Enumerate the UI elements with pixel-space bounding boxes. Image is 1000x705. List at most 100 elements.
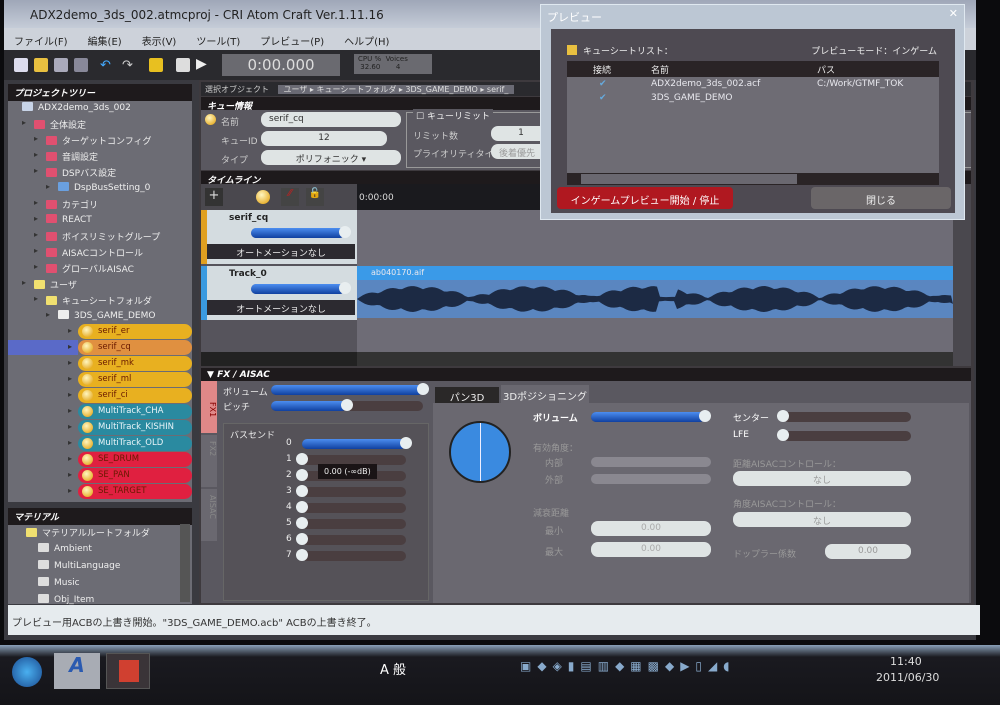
bus-send-slider[interactable] — [296, 517, 406, 529]
cue-id-field[interactable]: 12 — [261, 131, 387, 146]
stop-icon[interactable] — [176, 58, 190, 72]
tree-item[interactable]: ▸ DSPバス設定 — [8, 164, 192, 180]
taskbar-powerpoint[interactable] — [106, 653, 150, 689]
tree-item[interactable]: ▸ 音調設定 — [8, 148, 192, 164]
max-distance-field[interactable]: 0.00 — [591, 542, 711, 557]
expand-arrow-icon[interactable]: ▸ — [68, 358, 72, 367]
expand-arrow-icon[interactable]: ▸ — [34, 262, 38, 271]
cue-item[interactable]: serif_ci — [78, 388, 192, 403]
tree-item[interactable]: ▸ グローバルAISAC — [8, 260, 192, 276]
expand-arrow-icon[interactable]: ▸ — [46, 182, 50, 191]
slider-knob[interactable] — [296, 453, 308, 465]
name-field[interactable]: serif_cq — [261, 112, 401, 127]
breadcrumb-path[interactable]: ユーザ ▸ キューシートフォルダ ▸ 3DS_GAME_DEMO ▸ serif… — [277, 85, 515, 94]
tree-item[interactable]: ▸ ユーザ — [8, 276, 192, 292]
bus-send-slider[interactable] — [302, 437, 412, 449]
expand-arrow-icon[interactable]: ▸ — [68, 454, 72, 463]
table-row[interactable]: ✔ ADX2demo_3ds_002.acf C:/Work/GTMF_TOK — [567, 79, 939, 93]
slider-knob[interactable] — [699, 410, 711, 422]
bus-send-slider[interactable] — [296, 501, 406, 513]
tree-item[interactable]: ▸ DspBusSetting_0 — [8, 180, 192, 196]
material-item[interactable]: Music — [8, 575, 178, 591]
save-icon[interactable] — [54, 58, 68, 72]
expand-arrow-icon[interactable]: ▸ — [68, 406, 72, 415]
pan-dial[interactable] — [449, 421, 511, 483]
min-distance-field[interactable]: 0.00 — [591, 521, 711, 536]
expand-arrow-icon[interactable]: ▸ — [34, 134, 38, 143]
expand-arrow-icon[interactable]: ▸ — [68, 438, 72, 447]
cue-item[interactable]: MultiTrack_OLD — [78, 436, 192, 451]
tree-item[interactable]: ▸ 3DS_GAME_DEMO — [8, 308, 192, 324]
tab-fx2[interactable]: FX2 — [201, 435, 217, 487]
volume-slider[interactable] — [271, 383, 429, 395]
automation-dropdown[interactable]: オートメーションなし — [207, 300, 355, 315]
slider-knob[interactable] — [296, 517, 308, 529]
automation-dropdown[interactable]: オートメーションなし — [207, 244, 355, 259]
cue-icon-button[interactable] — [256, 190, 270, 204]
pitch-slider[interactable] — [271, 399, 423, 411]
play-icon[interactable]: ▶ — [196, 56, 210, 72]
cue-limit-title[interactable]: ☐ キューリミット — [413, 109, 493, 122]
lfe-slider[interactable] — [777, 429, 911, 441]
inner-angle-slider[interactable] — [591, 457, 711, 467]
tree-item[interactable]: ▸ ターゲットコンフィグ — [8, 132, 192, 148]
material-item[interactable]: マテリアルルートフォルダ — [8, 524, 178, 540]
close-icon[interactable]: ✕ — [949, 7, 958, 20]
expand-arrow-icon[interactable]: ▸ — [34, 214, 38, 223]
expand-arrow-icon[interactable]: ▸ — [68, 470, 72, 479]
timeline-hscrollbar[interactable] — [357, 352, 953, 366]
expand-arrow-icon[interactable]: ▸ — [34, 294, 38, 303]
slider-knob[interactable] — [339, 226, 351, 238]
center-slider[interactable] — [777, 410, 911, 422]
add-track-button[interactable]: + — [205, 188, 223, 206]
tree-item[interactable]: ▸ AISACコントロール — [8, 244, 192, 260]
pos-volume-slider[interactable] — [591, 410, 711, 422]
angle-aisac-dropdown[interactable]: なし — [733, 512, 911, 527]
ime-indicator[interactable]: A 般 — [380, 659, 406, 678]
expand-arrow-icon[interactable]: ▸ — [34, 246, 38, 255]
system-tray-icons[interactable]: ▣◆◈▮▤▥◆▦▩◆▶▯◢◖ — [520, 659, 850, 675]
table-row[interactable]: ✔ 3DS_GAME_DEMO — [567, 93, 939, 107]
open-folder-icon[interactable] — [34, 58, 48, 72]
tab-3d-positioning[interactable]: 3Dポジショニング — [501, 385, 589, 403]
cue-item[interactable]: serif_cq — [78, 340, 192, 355]
check-icon[interactable]: ✔ — [599, 93, 607, 103]
tab-pan3d[interactable]: パン3D — [435, 387, 499, 404]
slider-knob[interactable] — [417, 383, 429, 395]
build-icon[interactable] — [149, 58, 163, 72]
material-item[interactable]: Ambient — [8, 541, 178, 557]
cue-item[interactable]: serif_er — [78, 324, 192, 339]
start-button[interactable] — [12, 657, 42, 687]
cue-item[interactable]: SE_PAN — [78, 468, 192, 483]
bus-send-slider[interactable] — [296, 485, 406, 497]
expand-arrow-icon[interactable]: ▸ — [34, 150, 38, 159]
expand-arrow-icon[interactable]: ▸ — [22, 278, 26, 287]
cue-item[interactable]: MultiTrack_CHA — [78, 404, 192, 419]
slider-knob[interactable] — [296, 549, 308, 561]
expand-arrow-icon[interactable]: ▸ — [68, 422, 72, 431]
cue-item[interactable]: serif_mk — [78, 356, 192, 371]
new-icon[interactable] — [14, 58, 28, 72]
slider-knob[interactable] — [296, 533, 308, 545]
expand-arrow-icon[interactable]: ▸ — [22, 118, 26, 127]
dialog-hscrollbar[interactable] — [567, 173, 939, 185]
slider-knob[interactable] — [777, 410, 789, 422]
slider-knob[interactable] — [296, 485, 308, 497]
outer-angle-slider[interactable] — [591, 474, 711, 484]
tab-fx1[interactable]: FX1 — [201, 381, 217, 433]
save-all-icon[interactable] — [74, 58, 88, 72]
slider-knob[interactable] — [777, 429, 789, 441]
track-volume-slider[interactable] — [251, 282, 351, 294]
doppler-field[interactable]: 0.00 — [825, 544, 911, 559]
slider-knob[interactable] — [296, 501, 308, 513]
close-button[interactable]: 閉じる — [811, 187, 951, 209]
undo-icon[interactable]: ↶ — [100, 58, 114, 73]
cue-item[interactable]: SE_DRUM — [78, 452, 192, 467]
audio-clip[interactable]: ab040170.aif — [357, 266, 953, 318]
lock-icon[interactable]: 🔓 — [306, 188, 324, 206]
type-dropdown[interactable]: ポリフォニック ▾ — [261, 150, 401, 165]
expand-arrow-icon[interactable]: ▸ — [68, 486, 72, 495]
expand-arrow-icon[interactable]: ▸ — [68, 374, 72, 383]
tab-aisac[interactable]: AISAC — [201, 489, 217, 541]
slider-knob[interactable] — [296, 469, 308, 481]
